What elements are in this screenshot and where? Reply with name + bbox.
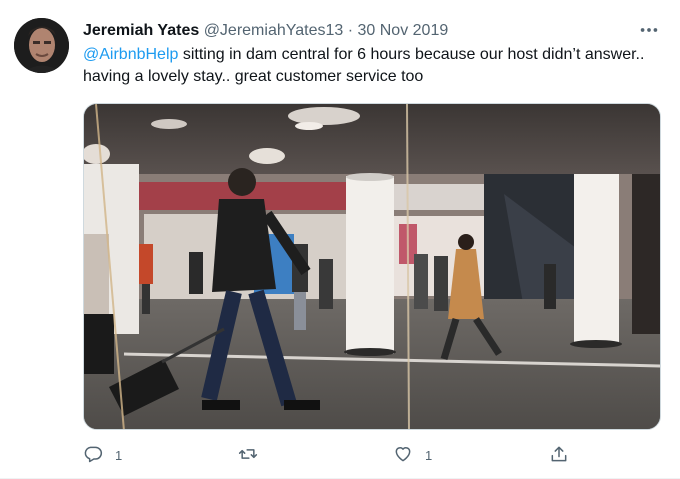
tweet[interactable]: Jeremiah Yates @JeremiahYates13 · 30 Nov… — [0, 0, 680, 479]
tweet-photo[interactable] — [83, 103, 661, 430]
retweet-icon[interactable] — [238, 444, 258, 467]
like-icon[interactable] — [393, 444, 413, 467]
separator: · — [347, 22, 354, 39]
author-handle[interactable]: @JeremiahYates13 — [204, 22, 344, 39]
reply-button[interactable]: 1 — [83, 441, 122, 469]
author-name[interactable]: Jeremiah Yates — [83, 22, 199, 39]
retweet-button[interactable] — [238, 441, 270, 469]
share-icon[interactable] — [549, 444, 569, 467]
tweet-header: Jeremiah Yates @JeremiahYates13 · 30 Nov… — [83, 20, 448, 42]
tweet-date[interactable]: 30 Nov 2019 — [358, 22, 449, 39]
mention-link[interactable]: @AirbnbHelp — [83, 46, 178, 63]
reply-icon[interactable] — [83, 444, 103, 467]
more-icon[interactable] — [636, 19, 662, 41]
reply-count: 1 — [115, 447, 123, 463]
avatar[interactable] — [14, 18, 69, 73]
like-button[interactable]: 1 — [393, 441, 432, 469]
tweet-actions: 1 1 — [83, 441, 661, 469]
tweet-text: @AirbnbHelp sitting in dam central for 6… — [83, 44, 653, 88]
like-count: 1 — [425, 447, 433, 463]
share-button[interactable] — [549, 441, 569, 469]
